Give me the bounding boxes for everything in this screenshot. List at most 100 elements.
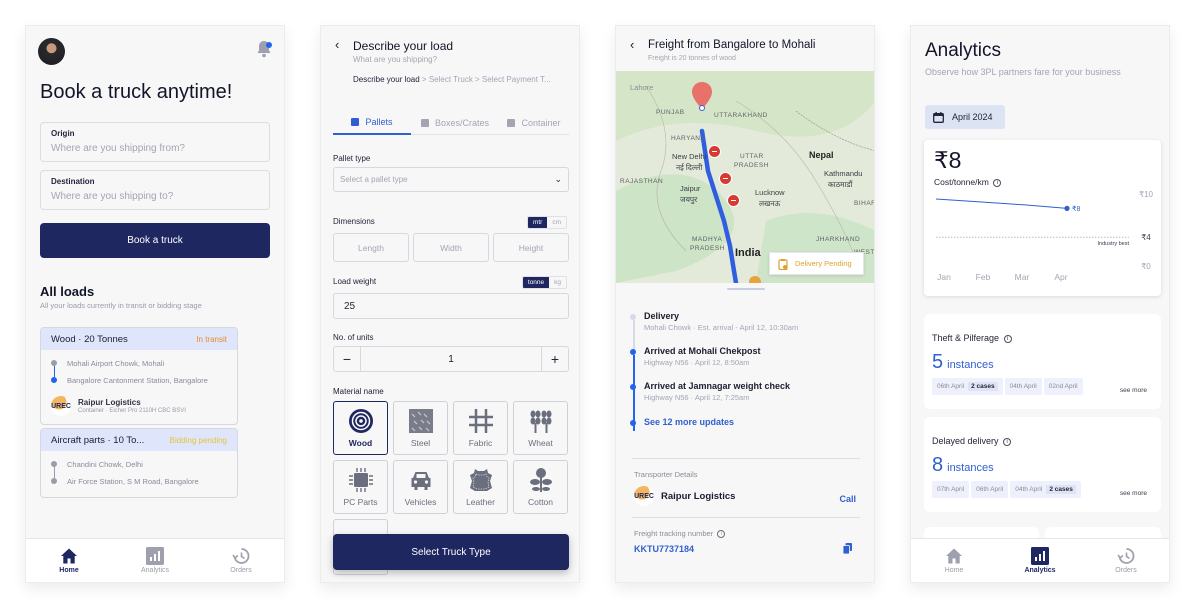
quantity-value[interactable]: 1 [360, 347, 542, 371]
history-icon [232, 548, 250, 564]
page-title: Book a truck anytime! [40, 81, 233, 103]
route: Mohali Airport Chowk, Mohali Bangalore C… [41, 350, 237, 394]
date-chip[interactable]: 06th April [971, 481, 1009, 498]
height-input[interactable]: Height [493, 233, 569, 262]
timeline: Delivery Mohali Chowk · Est. arrival - A… [630, 311, 862, 436]
info-icon[interactable]: i [717, 530, 726, 538]
transporter-name: Raipur Logistics [78, 398, 141, 407]
industry-best-label: Industry best [1098, 241, 1130, 247]
chip-date: 07th April [937, 486, 965, 493]
units-label: No. of units [333, 333, 374, 342]
theft-title-text: Theft & Pilferage [932, 333, 1000, 343]
unit-cm[interactable]: cm [547, 217, 566, 228]
date-chip[interactable]: 06th April 2 cases [932, 378, 1003, 395]
avatar[interactable] [38, 38, 65, 65]
analytics-icon [146, 547, 164, 565]
see-more-link[interactable]: see more [1120, 490, 1147, 497]
material-steel[interactable]: Steel [393, 401, 448, 455]
nav-orders[interactable]: Orders [211, 547, 271, 574]
call-button[interactable]: Call [839, 494, 856, 504]
date-chips: 06th April 2 cases 04th April 02nd April [932, 378, 1083, 395]
decrement-button[interactable]: − [334, 347, 360, 371]
cotton-icon [529, 468, 552, 492]
map-label: JHARKHAND [816, 236, 861, 243]
tab-container[interactable]: Container [499, 111, 569, 135]
load-weight-input[interactable]: 25 [333, 293, 569, 319]
chip-date: 02nd April [1048, 383, 1078, 390]
y-tick-label: ₹10 [1139, 190, 1154, 199]
map-label: PRADESH [734, 162, 769, 169]
back-icon[interactable]: ‹ [630, 37, 634, 52]
load-card[interactable]: Aircraft parts · 10 To... Bidding pendin… [40, 428, 238, 498]
material-wood[interactable]: Wood [333, 401, 388, 455]
info-icon[interactable]: i [1003, 335, 1012, 343]
material-fabric[interactable]: Fabric [453, 401, 508, 455]
unit-mtr[interactable]: mtr [527, 217, 548, 228]
destination-field[interactable]: Destination Where are you shipping to? [40, 170, 270, 210]
nav-home[interactable]: Home [924, 547, 984, 574]
copy-icon[interactable] [843, 543, 852, 554]
tab-label: Boxes/Crates [434, 118, 490, 128]
more-updates-link[interactable]: See 12 more updates [644, 417, 862, 427]
nav-orders[interactable]: Orders [1096, 547, 1156, 574]
date-chip[interactable]: 07th April [932, 481, 970, 498]
unit-tonne[interactable]: tonne [522, 277, 550, 288]
cost-card: ₹8 Cost/tonne/km i ₹8 Industry best ₹10 ₹… [924, 140, 1161, 296]
map-label: काठमाडौं [828, 180, 853, 189]
tracking-label-text: Freight tracking number [634, 529, 714, 538]
leather-icon [469, 469, 492, 491]
drag-handle[interactable] [727, 288, 765, 290]
material-label: Wheat [528, 438, 553, 448]
info-icon[interactable]: i [993, 179, 1002, 187]
book-truck-button[interactable]: Book a truck [40, 223, 270, 258]
pallet-type-select[interactable]: Select a pallet type ⌄ [333, 167, 569, 192]
material-pc-parts[interactable]: PC Parts [333, 460, 388, 514]
stop-icon [708, 145, 721, 158]
pallet-type-placeholder: Select a pallet type [340, 175, 408, 184]
quantity-stepper: − 1 + [333, 346, 569, 372]
map-label: Jaipur [680, 184, 701, 193]
delayed-card[interactable]: Delayed delivery i 8 instances 07th April… [924, 417, 1161, 512]
back-icon[interactable]: ‹ [335, 37, 339, 52]
see-more-link[interactable]: see more [1120, 387, 1147, 394]
date-chip[interactable]: 04th April [1004, 378, 1042, 395]
route-line [53, 467, 55, 478]
nav-analytics[interactable]: Analytics [1010, 547, 1070, 574]
stop-icon [727, 194, 740, 207]
width-input[interactable]: Width [413, 233, 489, 262]
theft-card[interactable]: Theft & Pilferage i 5 instances 06th Apri… [924, 314, 1161, 409]
date-chip[interactable]: 04th April 2 cases [1010, 481, 1081, 498]
breadcrumb-current: Describe your load [353, 75, 420, 84]
select-truck-type-button[interactable]: Select Truck Type [333, 534, 569, 570]
timeline-item[interactable]: See 12 more updates [630, 416, 862, 436]
material-vehicles[interactable]: Vehicles [393, 460, 448, 514]
map-label: New Delhi [672, 152, 707, 161]
describe-load-screen: ‹ Describe your load What are you shippi… [320, 25, 580, 583]
tracking-number: KKTU7737184 [634, 544, 695, 554]
tab-pallets[interactable]: Pallets [333, 111, 411, 135]
wheat-icon [530, 410, 551, 433]
unit-kg[interactable]: kg [549, 277, 566, 288]
origin-placeholder: Where are you shipping from? [51, 143, 185, 154]
date-chip[interactable]: 02nd April [1043, 378, 1083, 395]
increment-button[interactable]: + [542, 347, 568, 371]
length-input[interactable]: Length [333, 233, 409, 262]
info-icon[interactable]: i [1003, 438, 1012, 446]
material-leather[interactable]: Leather [453, 460, 508, 514]
map-label: जयपुर [680, 195, 698, 204]
date-picker[interactable]: April 2024 [925, 105, 1005, 129]
nav-analytics[interactable]: Analytics [125, 547, 185, 574]
load-card[interactable]: Wood · 20 Tonnes In transit Mohali Airpo… [40, 327, 238, 425]
tab-boxes[interactable]: Boxes/Crates [411, 111, 499, 135]
point-label: ₹8 [1072, 205, 1080, 213]
route-from: Mohali Airport Chowk, Mohali [67, 359, 165, 368]
origin-field[interactable]: Origin Where are you shipping from? [40, 122, 270, 162]
count-value: 5 [932, 351, 944, 373]
nav-label: Analytics [140, 567, 169, 574]
cost-label: Cost/tonne/km i [934, 177, 1002, 187]
material-cotton[interactable]: Cotton [513, 460, 568, 514]
nav-home[interactable]: Home [39, 547, 99, 574]
material-label: Vehicles [404, 497, 437, 507]
material-wheat[interactable]: Wheat [513, 401, 568, 455]
page-title: Freight from Bangalore to Mohali [648, 39, 816, 51]
